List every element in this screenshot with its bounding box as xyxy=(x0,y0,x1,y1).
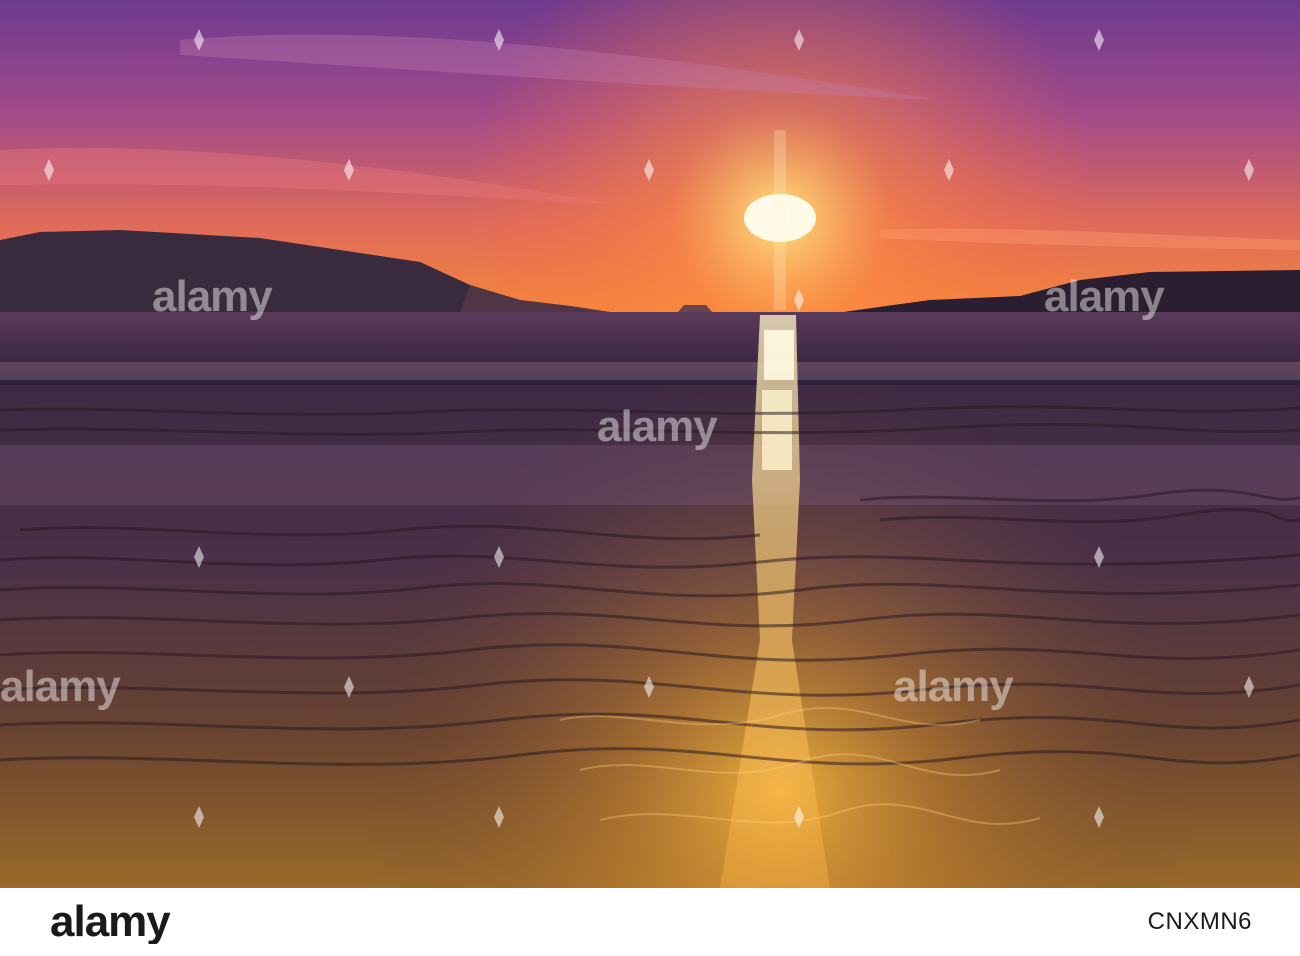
image-id: CNXMN6 xyxy=(1147,908,1252,935)
footer-bar: alamy CNXMN6 xyxy=(0,888,1300,956)
page: alamy alamy alamy alamy alamy alamy CNXM… xyxy=(0,0,1300,956)
sunset-beach-photo xyxy=(0,0,1300,888)
alamy-logo: alamy xyxy=(50,900,172,944)
alamy-logo-text: alamy xyxy=(50,900,171,944)
